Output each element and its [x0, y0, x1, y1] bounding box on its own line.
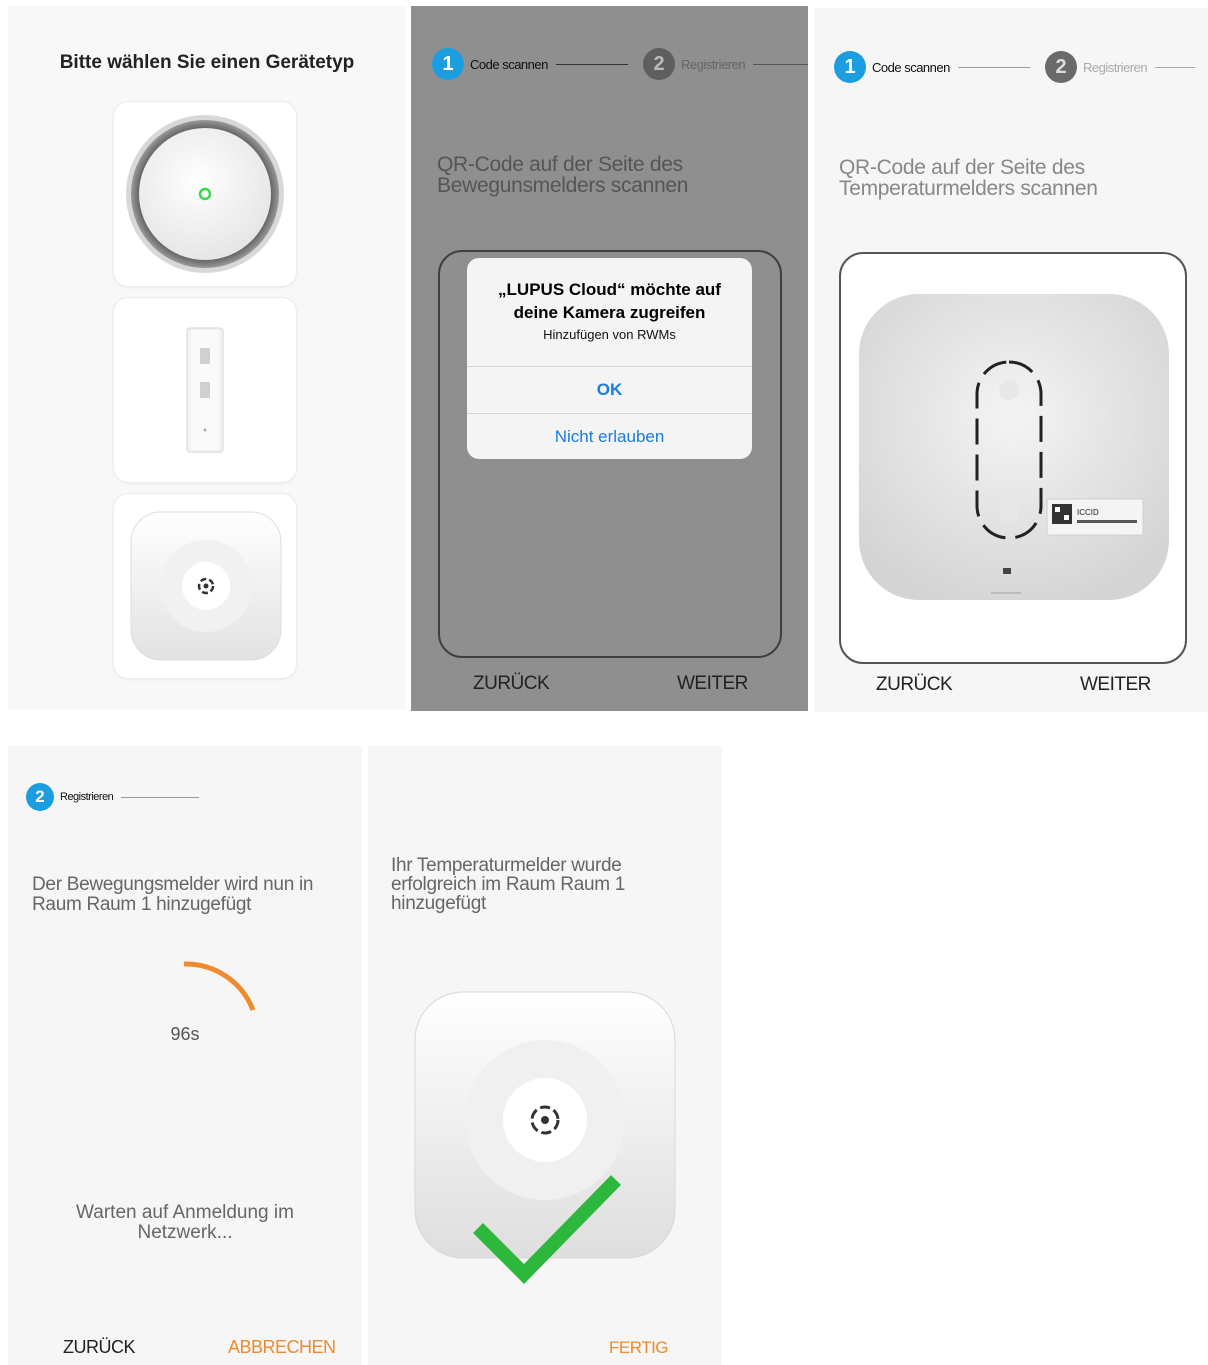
status-bar [8, 746, 362, 766]
smoke-detector-icon [126, 115, 284, 273]
camera-permission-dialog: „LUPUS Cloud“ möchte auf deine Kamera zu… [467, 258, 752, 459]
step-number: 2 [1045, 51, 1077, 83]
step-connector [1155, 66, 1196, 68]
step-number: 1 [432, 48, 464, 80]
step-label: Code scannen [470, 56, 548, 72]
step-2: 2 Registrieren [643, 48, 808, 80]
status-bar [814, 8, 1208, 28]
scan-instruction-line: Bewegunsmelders scannen [437, 174, 689, 197]
back-button[interactable]: ZURÜCK [876, 674, 953, 696]
cancel-button[interactable]: ABBRECHEN [228, 1337, 336, 1358]
scan-instruction: QR-Code auf der Seite des Temperaturmeld… [839, 157, 1098, 199]
waiting-message-line: Netzwerk... [137, 1222, 233, 1243]
qr-label: ICCID [1077, 508, 1099, 517]
step-1: 1 Code scannen [834, 51, 1030, 83]
temperature-sensor-back-icon [859, 294, 1169, 600]
device-type-screen: Bitte wählen Sie einen Gerätetyp [8, 6, 406, 710]
step-number: 2 [26, 783, 54, 811]
dialog-message: Hinzufügen von RWMs [543, 327, 676, 342]
done-button[interactable]: FERTIG [609, 1338, 669, 1358]
step-connector [555, 63, 628, 65]
success-screen: Ihr Temperaturmelder wurde erfolgreich i… [368, 746, 722, 1365]
motion-detector-icon [186, 327, 224, 453]
success-message-line: erfolgreich im Raum Raum 1 [391, 874, 626, 895]
device-card-smoke-detector[interactable] [114, 102, 296, 286]
countdown-timer: 96s [170, 1024, 200, 1044]
temperature-sensor-icon [130, 511, 282, 661]
waiting-message-line: Warten auf Anmeldung im [76, 1202, 294, 1223]
step-1: 1 Code scannen [432, 48, 628, 80]
step-connector [957, 66, 1030, 68]
step-label: Code scannen [872, 59, 950, 75]
checkmark-icon [473, 1175, 622, 1284]
scan-instruction: QR-Code auf der Seite des Bewegunsmelder… [437, 154, 688, 196]
back-button[interactable]: ZURÜCK [63, 1337, 136, 1358]
camera-viewfinder: ICCID [839, 252, 1187, 664]
success-message-line: Ihr Temperaturmelder wurde [391, 855, 622, 876]
scan-instruction-line: QR-Code auf der Seite des [839, 156, 1085, 179]
step-2: 2 Registrieren [26, 783, 200, 811]
next-button[interactable]: WEITER [677, 673, 748, 695]
registration-status-line: Raum Raum 1 hinzugefügt [32, 894, 252, 915]
ok-button[interactable]: OK [467, 366, 752, 413]
registration-status-line: Der Bewegungsmelder wird nun in [32, 874, 314, 895]
registering-screen: 2 Registrieren Der Bewegungsmelder wird … [8, 746, 362, 1365]
step-label: Registrieren [60, 791, 114, 803]
deny-button[interactable]: Nicht erlauben [467, 413, 752, 460]
dialog-title: „LUPUS Cloud“ möchte auf deine Kamera zu… [498, 280, 721, 322]
scan-instruction-line: QR-Code auf der Seite des [437, 153, 683, 176]
step-label: Registrieren [1083, 59, 1148, 75]
step-number: 1 [834, 51, 866, 83]
success-message: Ihr Temperaturmelder wurde erfolgreich i… [391, 856, 625, 913]
device-card-temperature-sensor[interactable] [114, 494, 296, 678]
scan-motion-detector-screen: 1 Code scannen 2 Registrieren QR-Code au… [411, 6, 808, 711]
progress-arc [183, 961, 256, 1011]
step-2: 2 Registrieren [1045, 51, 1196, 83]
step-number: 2 [643, 48, 675, 80]
step-connector [753, 63, 808, 65]
step-connector [121, 796, 200, 798]
status-bar [368, 746, 722, 766]
step-label: Registrieren [681, 56, 746, 72]
waiting-message: Warten auf Anmeldung im Netzwerk... [8, 1203, 362, 1243]
device-card-motion-detector[interactable] [114, 298, 296, 482]
status-bar [8, 6, 406, 26]
success-message-line: hinzugefügt [391, 893, 486, 914]
scan-temperature-sensor-screen: 1 Code scannen 2 Registrieren QR-Code au… [814, 8, 1208, 712]
registration-status: Der Bewegungsmelder wird nun in Raum Rau… [32, 875, 313, 915]
back-button[interactable]: ZURÜCK [473, 673, 550, 695]
page-title: Bitte wählen Sie einen Gerätetyp [59, 52, 355, 73]
next-button[interactable]: WEITER [1080, 674, 1151, 696]
scan-instruction-line: Temperaturmelders scannen [839, 177, 1098, 200]
